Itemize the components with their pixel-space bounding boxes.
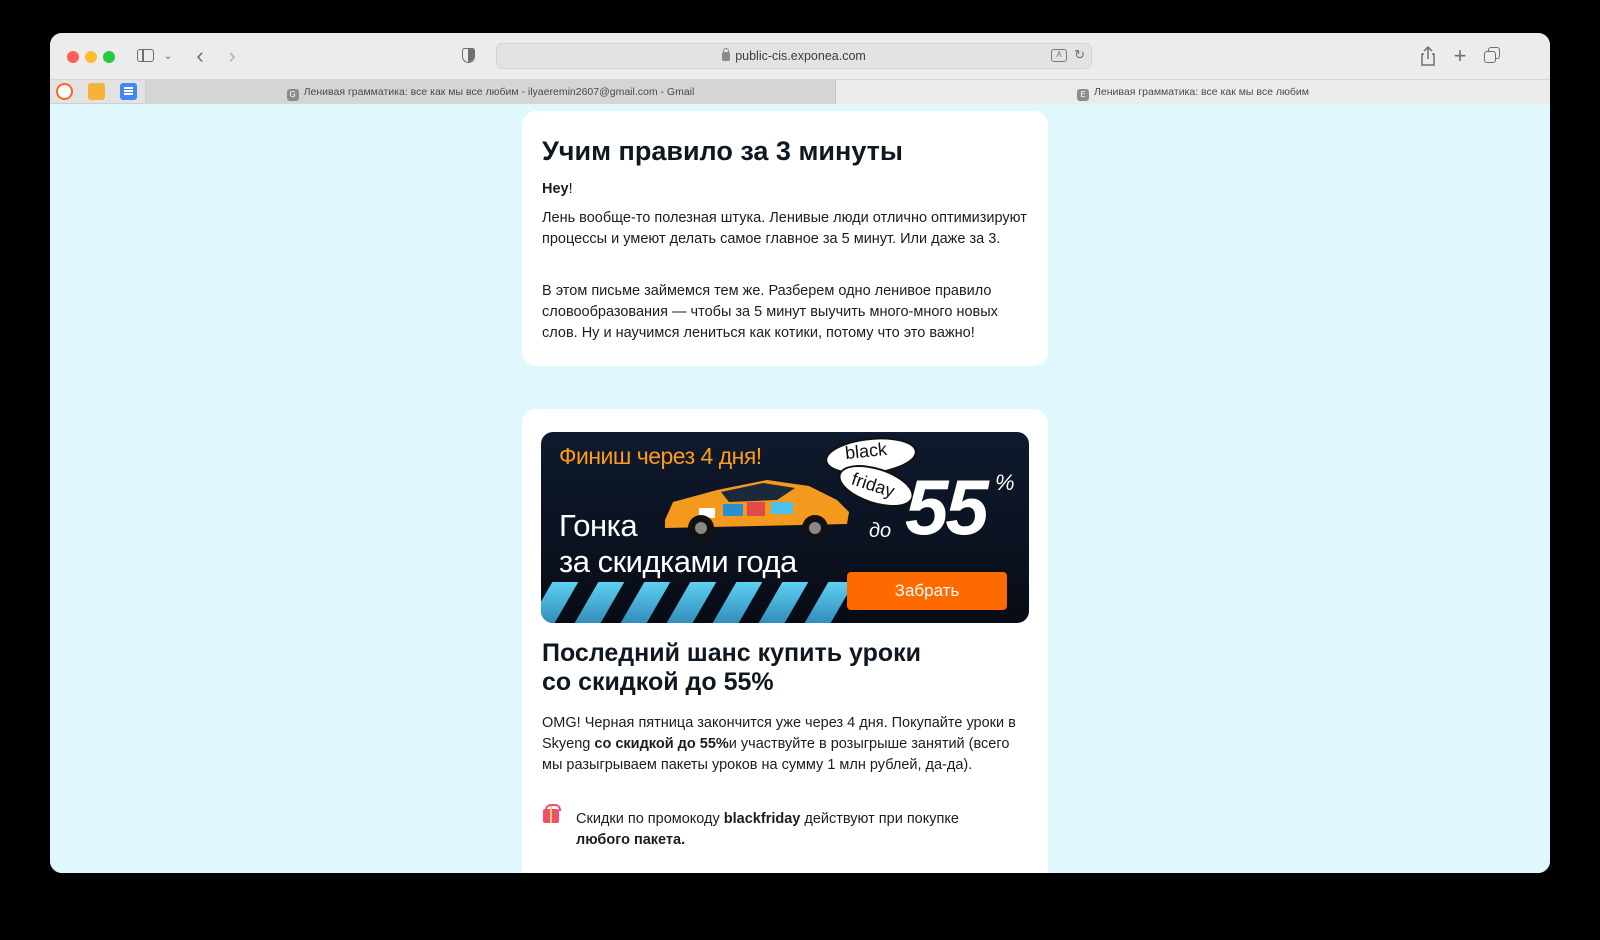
reload-icon[interactable]: ↻ bbox=[1074, 47, 1085, 63]
greeting-punct: ! bbox=[568, 181, 573, 197]
lock-icon bbox=[722, 48, 731, 61]
maximize-window-button[interactable] bbox=[103, 51, 115, 63]
tab-exponea[interactable]: E Ленивая грамматика: все как мы все люби… bbox=[836, 80, 1550, 104]
greeting-name: Hey bbox=[542, 181, 569, 197]
intro-paragraph-2: В этом письме займемся тем же. Разберем … bbox=[542, 283, 998, 341]
banner-finish-text: Финиш через 4 дня! bbox=[559, 443, 762, 469]
tab-title: Ленивая грамматика: все как мы все любим bbox=[1094, 86, 1309, 98]
share-icon[interactable] bbox=[1418, 45, 1438, 67]
browser-window: ⌄ ‹ › public-cis.exponea.com A ↻ + G Лени… bbox=[50, 33, 1550, 873]
tabs-overview-icon[interactable] bbox=[1482, 45, 1502, 67]
chevron-down-icon[interactable]: ⌄ bbox=[162, 45, 174, 67]
bookmark-docs-icon[interactable] bbox=[120, 83, 137, 100]
banner-race-line1: Гонка bbox=[559, 508, 638, 543]
black-friday-line1: black bbox=[844, 438, 888, 464]
address-text-wrap: public-cis.exponea.com bbox=[497, 48, 1091, 63]
tab-bar: G Ленивая грамматика: все как мы все люби… bbox=[50, 80, 1550, 104]
bookmark-analytics-icon[interactable] bbox=[88, 83, 105, 100]
gift-icon bbox=[543, 804, 561, 823]
close-window-button[interactable] bbox=[67, 51, 79, 63]
tab-gmail[interactable]: G Ленивая грамматика: все как мы все люби… bbox=[146, 80, 836, 104]
back-icon[interactable]: ‹ bbox=[190, 45, 210, 67]
sidebar-icon[interactable] bbox=[136, 45, 156, 67]
banner-race-line2: за скидками года bbox=[559, 544, 797, 579]
promo-bullet: Скидки по промокоду blackfriday действую… bbox=[576, 809, 1026, 851]
tab-title: Ленивая грамматика: все как мы все любим… bbox=[303, 86, 695, 98]
banner-discount-value: 55 bbox=[905, 463, 989, 551]
claim-button[interactable]: Забрать bbox=[847, 572, 1007, 610]
minimize-window-button[interactable] bbox=[85, 51, 97, 63]
bookmark-radio-icon[interactable] bbox=[56, 83, 73, 100]
forward-icon[interactable]: › bbox=[222, 45, 242, 67]
intro-card: Учим правило за 3 минуты Hey! Лень вообщ… bbox=[522, 111, 1048, 366]
promo-heading: Последний шанс купить уроки со скидкой д… bbox=[542, 639, 1022, 697]
tab-favicon-icon: G bbox=[286, 89, 299, 101]
address-bar[interactable]: public-cis.exponea.com A ↻ bbox=[496, 43, 1092, 69]
banner-stripe bbox=[541, 582, 579, 623]
promo-bullet-bold: любого пакета. bbox=[576, 832, 686, 848]
translate-icon[interactable]: A bbox=[1051, 49, 1067, 62]
shield-icon[interactable] bbox=[460, 45, 476, 67]
page-content: Учим правило за 3 минуты Hey! Лень вообщ… bbox=[50, 105, 1550, 873]
plus-icon[interactable]: + bbox=[1450, 45, 1470, 67]
browser-toolbar: ⌄ ‹ › public-cis.exponea.com A ↻ + bbox=[50, 33, 1550, 80]
race-car-icon bbox=[665, 480, 849, 541]
promo-bullet-a: Скидки по промокоду bbox=[576, 811, 724, 827]
address-url: public-cis.exponea.com bbox=[735, 49, 866, 63]
banner-percent-sign: % bbox=[995, 470, 1015, 495]
promo-paragraph: OMG! Черная пятница закончится уже через… bbox=[542, 713, 1032, 776]
intro-paragraph-1: Лень вообще-то полезная штука. Ленивые л… bbox=[542, 210, 1027, 247]
promo-heading-line1: Последний шанс купить уроки bbox=[542, 639, 922, 667]
promo-code: blackfriday bbox=[723, 811, 801, 827]
banner-do-label: до bbox=[869, 520, 892, 542]
tab-favicon-icon: E bbox=[1077, 89, 1090, 101]
promo-bullet-b: действуют при покупке bbox=[800, 811, 959, 827]
promo-paragraph-bold: со скидкой до 55% bbox=[594, 736, 729, 752]
intro-heading: Учим правило за 3 минуты bbox=[542, 136, 903, 166]
promo-banner[interactable]: Финиш через 4 дня! Гонка за скидками год… bbox=[541, 432, 1029, 623]
promo-card: Финиш через 4 дня! Гонка за скидками год… bbox=[522, 409, 1048, 873]
greeting: Hey! bbox=[542, 181, 573, 197]
promo-heading-line2: со скидкой до 55% bbox=[542, 668, 774, 696]
